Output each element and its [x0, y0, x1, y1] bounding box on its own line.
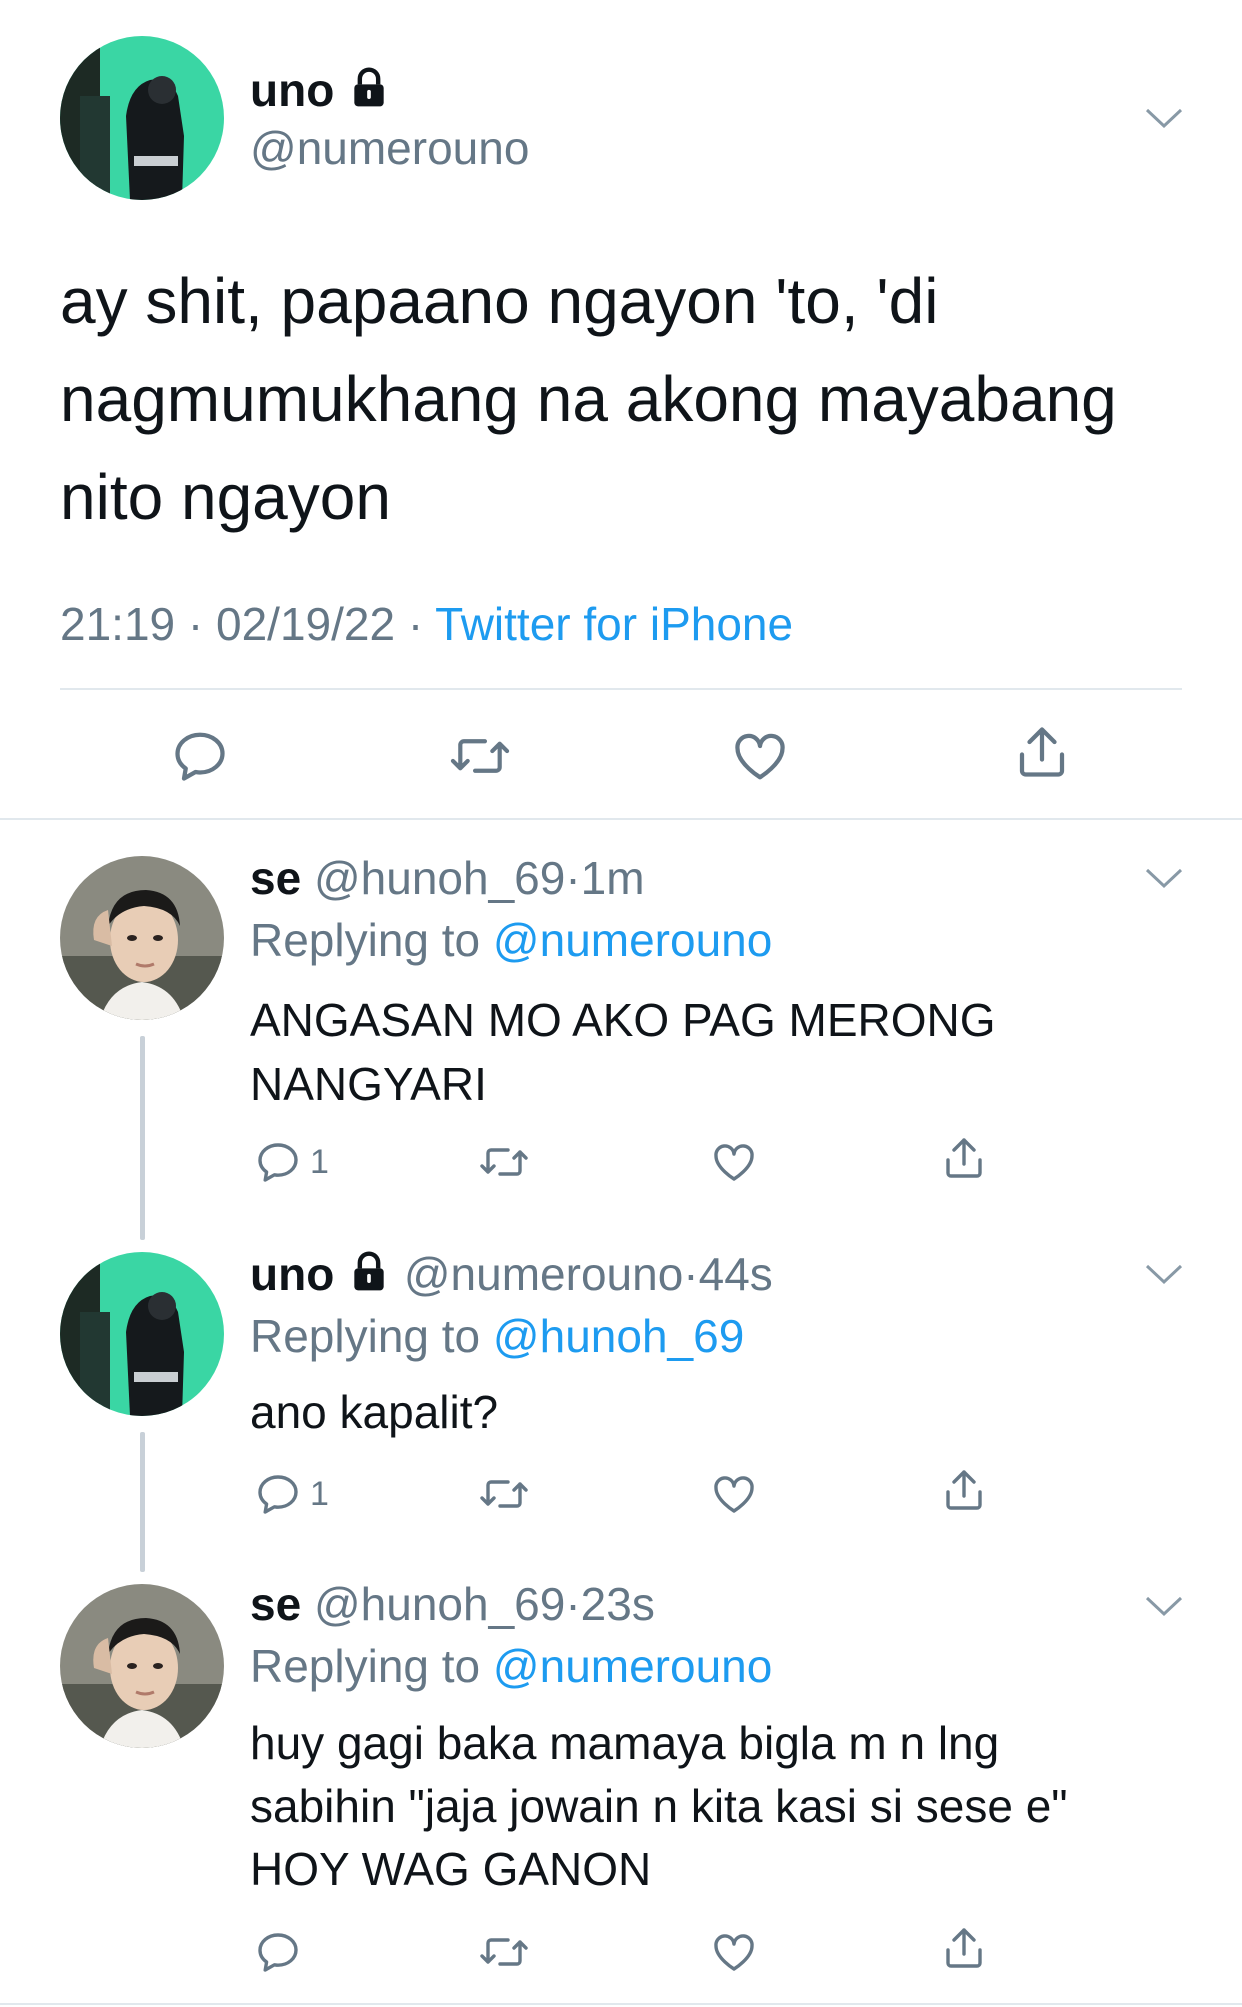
replying-label: Replying to: [250, 1310, 481, 1362]
reply-icon: [258, 1143, 298, 1182]
reply-button[interactable]: [170, 726, 230, 786]
separator: ·: [187, 598, 204, 650]
display-name[interactable]: uno: [250, 64, 334, 116]
retweet-button[interactable]: [448, 726, 512, 786]
chevron-down-icon[interactable]: [1144, 866, 1184, 890]
display-name[interactable]: uno: [250, 1248, 334, 1300]
like-icon: [714, 1476, 754, 1513]
like-icon: [714, 1934, 754, 1971]
retweet-icon: [480, 1480, 528, 1508]
replying-label: Replying to: [250, 1640, 481, 1692]
tweet-text-line: NANGYARI: [250, 1058, 487, 1110]
replying-to-link[interactable]: @numerouno: [493, 1640, 772, 1692]
tweet-age: 1m: [580, 852, 645, 904]
chevron-down-icon[interactable]: [1144, 1262, 1184, 1286]
share-icon: [946, 1470, 982, 1510]
tweet-text-line: HOY WAG GANON: [250, 1843, 652, 1895]
avatar[interactable]: [60, 856, 224, 1020]
tweet-age: 23s: [580, 1578, 655, 1630]
retweet-button[interactable]: [478, 1470, 530, 1518]
divider: [0, 2003, 1242, 2005]
tweet-text-line: ay shit, papaano ngayon 'to, 'di: [60, 265, 939, 337]
handle[interactable]: @numerouno: [250, 120, 529, 176]
like-button[interactable]: [730, 726, 790, 786]
handle[interactable]: @hunoh_69: [314, 852, 565, 904]
lock-icon: [347, 64, 391, 124]
share-icon: [946, 1928, 982, 1968]
chevron-down-icon[interactable]: [1144, 106, 1184, 130]
like-button[interactable]: [710, 1138, 758, 1186]
replying-to-link[interactable]: @hunoh_69: [493, 1310, 744, 1362]
tweet-text: huy gagi baka mamaya bigla m n lng sabih…: [250, 1712, 1068, 1901]
tweet-text-line: nito ngayon: [60, 461, 391, 533]
reply-button[interactable]: 1: [254, 1138, 329, 1186]
thread-line: [140, 1036, 145, 1240]
retweet-icon: [450, 739, 510, 773]
tweet-text: ano kapalit?: [250, 1380, 498, 1444]
reply-button[interactable]: [254, 1928, 302, 1976]
like-icon: [714, 1144, 754, 1181]
share-button[interactable]: [1012, 722, 1072, 782]
replying-to-link[interactable]: @numerouno: [493, 914, 772, 966]
tweet-text-line: huy gagi baka mamaya bigla m n lng: [250, 1717, 1000, 1769]
like-button[interactable]: [710, 1928, 758, 1976]
share-icon: [946, 1138, 982, 1178]
avatar[interactable]: [60, 1584, 224, 1748]
replying-label: Replying to: [250, 914, 481, 966]
like-button[interactable]: [710, 1470, 758, 1518]
separator: ·: [565, 852, 581, 904]
separator: ·: [407, 598, 424, 650]
reply-icon: [258, 1475, 298, 1514]
share-button[interactable]: [940, 1134, 988, 1182]
chevron-down-icon[interactable]: [1144, 1594, 1184, 1618]
separator: ·: [565, 1578, 581, 1630]
tweet-time: 21:19: [60, 598, 176, 650]
reply-icon: [175, 732, 225, 781]
retweet-button[interactable]: [478, 1928, 530, 1976]
divider: [0, 818, 1242, 820]
reply-count: 1: [310, 1142, 329, 1181]
tweet-text-line: ano kapalit?: [250, 1386, 499, 1438]
share-icon: [1019, 727, 1065, 777]
avatar[interactable]: [60, 1252, 224, 1416]
reply-icon: [258, 1933, 298, 1972]
tweet-age: 44s: [698, 1248, 773, 1300]
tweet-text: ay shit, papaano ngayon 'to, 'di nagmumu…: [60, 252, 1210, 546]
display-name[interactable]: se: [250, 852, 301, 904]
handle[interactable]: @hunoh_69: [314, 1578, 565, 1630]
tweet-meta: 21:19 · 02/19/22 · Twitter for iPhone: [60, 594, 793, 654]
retweet-icon: [480, 1148, 528, 1176]
divider: [60, 688, 1182, 690]
share-button[interactable]: [940, 1466, 988, 1514]
avatar[interactable]: [60, 36, 224, 200]
tweet-source-link[interactable]: Twitter for iPhone: [435, 598, 793, 650]
lock-icon: [347, 1248, 391, 1308]
display-name[interactable]: se: [250, 1578, 301, 1630]
reply-button[interactable]: 1: [254, 1470, 329, 1518]
separator: ·: [683, 1248, 699, 1300]
retweet-icon: [480, 1938, 528, 1966]
tweet-date: 02/19/22: [216, 598, 396, 650]
tweet-text-line: ANGASAN MO AKO PAG MERONG: [250, 994, 996, 1046]
thread-line: [140, 1432, 145, 1572]
reply-count: 1: [310, 1474, 329, 1513]
handle[interactable]: @numerouno: [404, 1248, 683, 1300]
like-icon: [735, 733, 785, 780]
tweet-text: ANGASAN MO AKO PAG MERONG NANGYARI: [250, 988, 996, 1116]
tweet-text-line: sabihin "jaja jowain n kita kasi si sese…: [250, 1780, 1068, 1832]
share-button[interactable]: [940, 1924, 988, 1972]
retweet-button[interactable]: [478, 1138, 530, 1186]
tweet-text-line: nagmumukhang na akong mayabang: [60, 363, 1117, 435]
